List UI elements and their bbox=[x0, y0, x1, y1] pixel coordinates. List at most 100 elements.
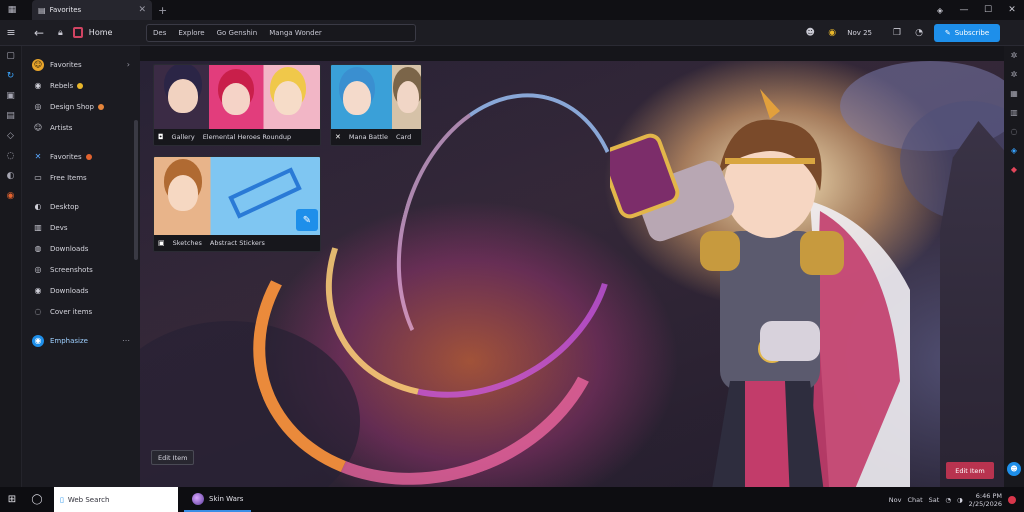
chat-bubble-icon[interactable]: ☻ bbox=[1007, 462, 1021, 476]
sidebar-item-label: Emphasize bbox=[50, 336, 88, 345]
coin-icon[interactable]: ◉ bbox=[825, 28, 839, 38]
thumbnail-caption-a: Sketches bbox=[172, 239, 202, 247]
sidebar-item-free-items[interactable]: ▭ Free Items bbox=[22, 167, 140, 188]
refresh-icon[interactable]: ↻ bbox=[0, 66, 21, 86]
download-icon: ◍ bbox=[34, 244, 42, 253]
taskbar: ⊞ ◯ ▯ Web Search Skin Wars Nov Chat Sat … bbox=[0, 487, 1024, 512]
close-button[interactable]: ✕ bbox=[1000, 0, 1024, 20]
edit-badge-icon[interactable]: ✎ bbox=[296, 209, 318, 231]
sidebar-item-devs[interactable]: ▥ Devs bbox=[22, 217, 140, 238]
new-tab-button[interactable]: + bbox=[158, 4, 167, 17]
cross-icon: ✕ bbox=[34, 152, 42, 161]
image-icon[interactable]: ▣ bbox=[0, 86, 21, 106]
thumbnail-caption-a: Gallery bbox=[171, 133, 195, 141]
layers-icon[interactable]: ◇ bbox=[0, 126, 21, 146]
minimize-button[interactable]: — bbox=[952, 0, 976, 20]
status-text: Nov 25 bbox=[847, 29, 872, 37]
address-segment[interactable]: Explore bbox=[178, 29, 204, 37]
sidebar-item-cover-items[interactable]: ◌ Cover items bbox=[22, 301, 140, 322]
address-bar[interactable]: Des Explore Go Genshin Manga Wonder bbox=[146, 24, 416, 42]
address-segment[interactable]: Des bbox=[153, 29, 166, 37]
character-face bbox=[343, 81, 371, 115]
thumbnail-caption-b: Elemental Heroes Roundup bbox=[202, 133, 292, 141]
hero-artwork: ◘ Gallery Elemental Heroes Roundup ✕ Man… bbox=[140, 61, 1004, 487]
sidebar-item-screenshots[interactable]: ◎ Screenshots bbox=[22, 259, 140, 280]
clock[interactable]: 6:46 PM 2/25/2026 bbox=[969, 492, 1002, 508]
right-rail: ✲ ✲ ▦ ▥ ◌ ◈ ◆ ☻ bbox=[1004, 46, 1024, 487]
subscribe-button[interactable]: ✎ Subscribe bbox=[934, 24, 1000, 42]
sidebar-item-desktop[interactable]: ◐ Desktop bbox=[22, 196, 140, 217]
sidebar-item-artists[interactable]: ☺ Artists bbox=[22, 117, 140, 138]
taskbar-search[interactable]: ▯ Web Search bbox=[54, 487, 178, 512]
edit-item-button-right[interactable]: Edit Item bbox=[946, 462, 994, 479]
sidebar-item-emphasize[interactable]: ◉ Emphasize ⋯ bbox=[22, 330, 140, 351]
sidebar-item-label: Desktop bbox=[50, 202, 79, 211]
thumbnail-caption: ▣ Sketches Abstract Stickers bbox=[154, 235, 320, 251]
chevron-right-icon[interactable]: › bbox=[127, 60, 130, 69]
maximize-button[interactable]: ☐ bbox=[976, 0, 1000, 20]
address-segment[interactable]: Go Genshin bbox=[217, 29, 258, 37]
clock-time: 6:46 PM bbox=[975, 491, 1002, 500]
sidebar-item-design-shop[interactable]: ◎ Design Shop bbox=[22, 96, 140, 117]
tab-favorites[interactable]: ▤ Favorites ✕ bbox=[32, 0, 152, 20]
sidebar-item-favorites-2[interactable]: ✕ Favorites bbox=[22, 146, 140, 167]
chat-icon[interactable]: ◌ bbox=[0, 146, 21, 166]
character-face bbox=[168, 175, 198, 211]
notification-icon[interactable] bbox=[1008, 495, 1016, 504]
gear-icon[interactable]: ✲ bbox=[1004, 46, 1024, 65]
wifi-icon[interactable]: ◔ bbox=[945, 496, 951, 504]
address-segment[interactable]: Manga Wonder bbox=[269, 29, 322, 37]
taskbar-app[interactable]: Skin Wars bbox=[184, 487, 252, 512]
bell-icon[interactable]: ◔ bbox=[912, 28, 926, 38]
info-icon[interactable]: ◌ bbox=[1004, 122, 1024, 141]
pen-icon[interactable]: ◐ bbox=[0, 166, 21, 186]
status-badge bbox=[77, 82, 84, 89]
tray-text[interactable]: Chat bbox=[907, 496, 922, 504]
thumbnail-card[interactable]: ✕ Mana Battle Card bbox=[330, 64, 422, 146]
sidebar-item-label: Downloads bbox=[50, 286, 89, 295]
thumbnail-card[interactable]: ✎ ▣ Sketches Abstract Stickers bbox=[153, 156, 321, 252]
hero-figure bbox=[610, 89, 910, 487]
sidebar-scrollbar[interactable] bbox=[134, 120, 138, 260]
gallery-icon: ◘ bbox=[158, 133, 164, 141]
bookmark-icon[interactable]: ▥ bbox=[1004, 103, 1024, 122]
subscribe-label: Subscribe bbox=[954, 29, 990, 37]
toolbar: ≡ ← 🔒︎ Home Des Explore Go Genshin Manga… bbox=[0, 20, 1024, 46]
task-view-icon[interactable]: ◯ bbox=[28, 494, 46, 505]
volume-icon[interactable]: ◑ bbox=[957, 496, 963, 504]
sidebar-item-downloads-2[interactable]: ◉ Downloads bbox=[22, 280, 140, 301]
sidebar-item-favorites[interactable]: ☺ Favorites › bbox=[22, 54, 140, 75]
gear-icon[interactable]: ✲ bbox=[1004, 65, 1024, 84]
tray-text[interactable]: Sat bbox=[929, 496, 940, 504]
heart-icon[interactable]: ◆ bbox=[1004, 160, 1024, 179]
app-icon: ▦ bbox=[7, 5, 17, 15]
user-icon[interactable]: ☻ bbox=[803, 28, 817, 38]
target-icon: ◎ bbox=[34, 102, 42, 111]
tray-text[interactable]: Nov bbox=[889, 496, 902, 504]
close-tab-icon[interactable]: ✕ bbox=[138, 5, 146, 15]
share-icon[interactable]: ◈ bbox=[1004, 141, 1024, 160]
home-icon[interactable]: ▢ bbox=[0, 46, 21, 66]
sidebar-item-label: Favorites bbox=[50, 60, 82, 69]
window-controls: ◈ — ☐ ✕ bbox=[928, 0, 1024, 20]
alert-icon[interactable]: ◉ bbox=[0, 186, 21, 206]
page-title: Home bbox=[88, 28, 113, 37]
sidebar-item-label: Screenshots bbox=[50, 265, 93, 274]
sidebar: ☺ Favorites › ◉ Rebels ◎ Design Shop ☺ A… bbox=[22, 46, 140, 487]
start-button[interactable]: ⊞ bbox=[0, 494, 24, 505]
back-arrow-icon[interactable]: ← bbox=[28, 26, 50, 40]
copy-icon[interactable]: ❐ bbox=[890, 28, 904, 38]
settings-icon[interactable]: ◈ bbox=[928, 0, 952, 20]
folder-icon[interactable]: ▤ bbox=[0, 106, 21, 126]
hamburger-menu-icon[interactable]: ≡ bbox=[0, 26, 22, 39]
sidebar-item-rebels[interactable]: ◉ Rebels bbox=[22, 75, 140, 96]
box-icon: ▭ bbox=[34, 173, 42, 182]
edit-item-button-left[interactable]: Edit Item bbox=[151, 450, 195, 465]
tab-label: Favorites bbox=[49, 6, 82, 14]
sidebar-item-downloads[interactable]: ◍ Downloads bbox=[22, 238, 140, 259]
toolbar-actions: ☻ ◉ Nov 25 ❐ ◔ ✎ Subscribe bbox=[803, 23, 1000, 43]
face-icon: ☺ bbox=[33, 123, 43, 132]
thumbnail-card[interactable]: ◘ Gallery Elemental Heroes Roundup bbox=[153, 64, 321, 146]
more-icon[interactable]: ⋯ bbox=[122, 336, 130, 345]
grid-icon[interactable]: ▦ bbox=[1004, 84, 1024, 103]
